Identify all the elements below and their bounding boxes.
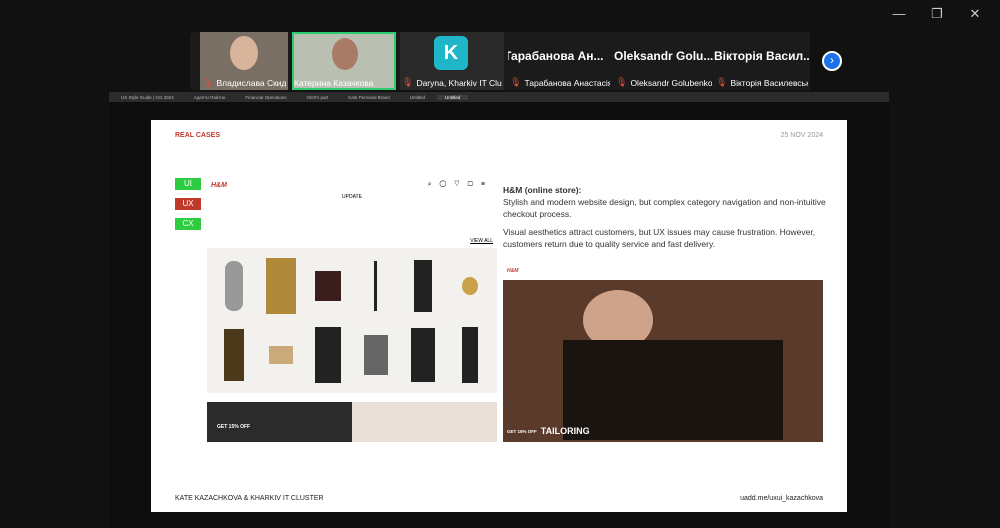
participant-tile[interactable]: 🎙Владислава Скидан [200, 32, 288, 90]
tag-ux: UX [175, 198, 201, 210]
browser-tab[interactable]: Oleh's part [299, 95, 337, 100]
product-item [211, 322, 256, 390]
mic-muted-icon: 🎙 [510, 77, 522, 87]
section-title: REAL CASES [175, 132, 220, 139]
slide-author: KATE KAZACHKOVA & KHARKIV IT CLUSTER [175, 495, 324, 502]
case-paragraph-2: Visual aesthetics attract customers, but… [503, 227, 816, 249]
case-paragraph-1: Stylish and modern website design, but c… [503, 197, 826, 219]
next-participants-button[interactable]: › [822, 51, 842, 71]
browser-tab[interactable]: Kate Personal Brand [340, 95, 398, 100]
hm-screenshot-2: H&M GET 15% OFF TAILORING [503, 264, 823, 442]
hm-logo: H&M [211, 181, 227, 189]
tag-cx: CX [175, 218, 201, 230]
product-item [448, 322, 493, 390]
model-photo [352, 402, 497, 442]
case-heading: H&M (online store): [503, 185, 582, 195]
product-item [353, 322, 398, 390]
tailoring-text: TAILORING [540, 426, 590, 436]
browser-tab-active[interactable]: Untitled [437, 94, 469, 100]
case-description: H&M (online store): Stylish and modern w… [503, 184, 833, 250]
chevron-right-icon: › [830, 53, 834, 67]
close-icon[interactable]: ✕ [968, 6, 982, 22]
product-item [400, 252, 445, 320]
browser-tab[interactable]: Untitled [402, 95, 433, 100]
product-item [211, 252, 256, 320]
browser-tab-bar: UX Style Guide | Oct 2024 Адепти Пайтон … [109, 92, 889, 102]
product-item [353, 252, 398, 320]
view-all-link: VIEW ALL [470, 238, 493, 244]
product-item [258, 252, 303, 320]
site-nav-icons: ⌕◯♡▢≡ [427, 181, 493, 188]
browser-tab[interactable]: Адепти Пайтон [186, 95, 234, 100]
kharkiv-it-cluster-logo: K [434, 36, 468, 70]
hm-logo: H&M [507, 268, 519, 274]
mic-muted-icon: 🎙 [716, 77, 728, 87]
product-grid [207, 248, 497, 393]
promo-banner: GET 15% OFF [207, 402, 352, 442]
minimize-icon[interactable]: — [892, 6, 906, 22]
tag-ui: UI [175, 178, 201, 190]
mic-muted-icon: 🎙 [202, 77, 214, 87]
product-item [448, 252, 493, 320]
participant-tile[interactable]: Тарабанова Ан... 🎙 Тарабанова Анастасія [508, 32, 612, 90]
promo-text: GET 15% OFF [217, 424, 251, 430]
hm-screenshot-1: H&M ⌕◯♡▢≡ UPDATE VIEW ALL GET 15% OFF [207, 178, 497, 442]
participant-tile-active[interactable]: Катерина Казачкова [292, 32, 396, 90]
browser-tab[interactable]: Financial Operations [237, 95, 294, 100]
participant-strip: 🎙Владислава Скидан Катерина Казачкова K … [190, 32, 810, 90]
product-item [258, 322, 303, 390]
mic-muted-icon: 🎙 [402, 77, 414, 87]
window-controls: — ❐ ✕ [892, 6, 982, 22]
product-item [306, 252, 351, 320]
browser-tab[interactable]: UX Style Guide | Oct 2024 [113, 95, 182, 100]
participant-tile[interactable]: Вікторія Васил... 🎙 Вікторія Василевська [714, 32, 810, 90]
promo-text: GET 15% OFF [507, 428, 537, 434]
product-item [306, 322, 351, 390]
site-update-text: UPDATE [342, 194, 362, 200]
hero-photo: GET 15% OFF TAILORING [503, 280, 823, 442]
slide-link: uadd.me/uxui_kazachkova [740, 495, 823, 502]
mic-muted-icon: 🎙 [616, 77, 628, 87]
restore-icon[interactable]: ❐ [930, 6, 944, 22]
product-item [400, 322, 445, 390]
slide-date: 25 NOV 2024 [780, 132, 823, 139]
presentation-slide: REAL CASES 25 NOV 2024 UI UX CX H&M ⌕◯♡▢… [151, 120, 847, 512]
participant-tile[interactable]: K 🎙Daryna, Kharkiv IT Clus... [400, 32, 504, 90]
participant-tile[interactable]: Oleksandr Golu... 🎙 Oleksandr Golubenko [614, 32, 714, 90]
